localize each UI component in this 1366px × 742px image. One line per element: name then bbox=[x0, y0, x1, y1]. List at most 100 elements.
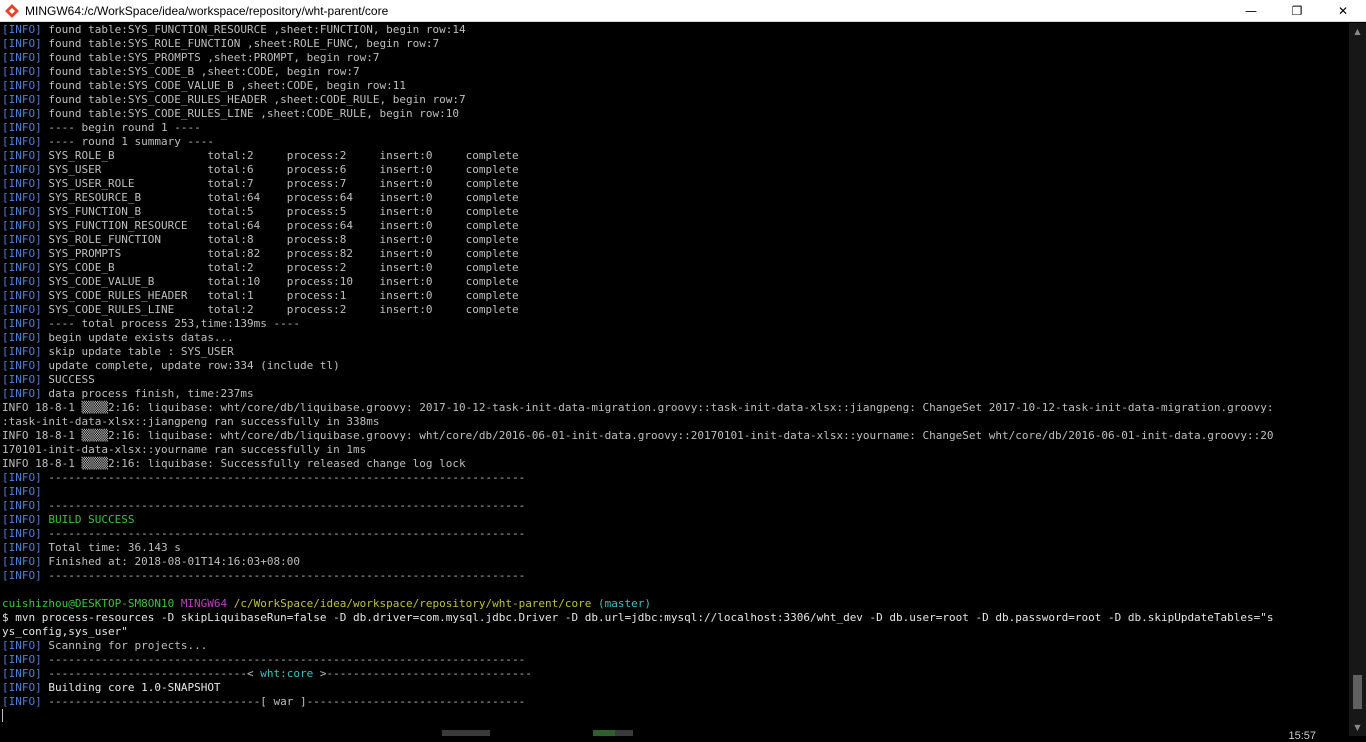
log-text: SYS_ROLE_FUNCTION total:8 process:8 inse… bbox=[41, 233, 519, 246]
log-text: Building core 1.0-SNAPSHOT bbox=[41, 681, 221, 694]
log-line: [INFO] ---------------------------------… bbox=[2, 471, 1348, 485]
log-text: skip update table : SYS_USER bbox=[41, 345, 234, 358]
info-tag: [INFO] bbox=[2, 373, 42, 386]
log-text: ------------------------------< bbox=[41, 667, 261, 680]
info-tag: [INFO] bbox=[2, 653, 42, 666]
log-text: >------------------------------- bbox=[313, 667, 532, 680]
info-tag: [INFO] bbox=[2, 205, 42, 218]
command-text: $ mvn process-resources -D skipLiquibase… bbox=[2, 611, 1274, 624]
info-tag: [INFO] bbox=[2, 121, 42, 134]
maximize-button[interactable]: ❐ bbox=[1274, 0, 1320, 22]
log-text: SYS_FUNCTION_RESOURCE total:64 process:6… bbox=[41, 219, 519, 232]
info-tag: [INFO] bbox=[2, 23, 42, 36]
log-line: [INFO] Finished at: 2018-08-01T14:16:03+… bbox=[2, 555, 1348, 569]
log-text: ----------------------------------------… bbox=[41, 527, 526, 540]
log-line: [INFO] Scanning for projects... bbox=[2, 639, 1348, 653]
info-tag: [INFO] bbox=[2, 359, 42, 372]
terminal-output[interactable]: [INFO] found table:SYS_FUNCTION_RESOURCE… bbox=[2, 23, 1348, 734]
log-text: SYS_USER_ROLE total:7 process:7 insert:0… bbox=[41, 177, 519, 190]
log-text: found table:SYS_CODE_VALUE_B ,sheet:CODE… bbox=[41, 79, 406, 92]
info-tag: [INFO] bbox=[2, 485, 42, 498]
log-line: [INFO] SYS_ROLE_FUNCTION total:8 process… bbox=[2, 233, 1348, 247]
info-tag: [INFO] bbox=[2, 639, 42, 652]
command-line: $ mvn process-resources -D skipLiquibase… bbox=[2, 611, 1348, 625]
log-line: [INFO] found table:SYS_ROLE_FUNCTION ,sh… bbox=[2, 37, 1348, 51]
log-line: [INFO] update complete, update row:334 (… bbox=[2, 359, 1348, 373]
info-tag: [INFO] bbox=[2, 345, 42, 358]
info-tag: [INFO] bbox=[2, 513, 42, 526]
log-text: ---- round 1 summary ---- bbox=[41, 135, 214, 148]
log-text: ----------------------------------------… bbox=[41, 471, 526, 484]
cursor-line bbox=[2, 709, 1348, 723]
info-tag: [INFO] bbox=[2, 541, 42, 554]
info-tag: [INFO] bbox=[2, 317, 42, 330]
log-line: [INFO] ---------------------------------… bbox=[2, 527, 1348, 541]
log-text: INFO 18-8-1 ▒▒▒▒2:16: liquibase: Success… bbox=[2, 457, 466, 470]
log-text: SYS_FUNCTION_B total:5 process:5 insert:… bbox=[41, 205, 519, 218]
log-line: [INFO] SYS_FUNCTION_B total:5 process:5 … bbox=[2, 205, 1348, 219]
log-text: INFO 18-8-1 ▒▒▒▒2:16: liquibase: wht/cor… bbox=[2, 401, 1274, 414]
log-text: SYS_USER total:6 process:6 insert:0 comp… bbox=[41, 163, 519, 176]
info-tag: [INFO] bbox=[2, 51, 42, 64]
log-line: [INFO] SYS_CODE_B total:2 process:2 inse… bbox=[2, 261, 1348, 275]
log-line: [INFO] bbox=[2, 485, 1348, 499]
prompt-line: cuishizhou@DESKTOP-SM8ON10 MINGW64 /c/Wo… bbox=[2, 597, 1348, 611]
clock-text: 15:57 bbox=[1288, 730, 1316, 742]
taskbar-item bbox=[593, 730, 615, 736]
log-line: [INFO] found table:SYS_CODE_RULES_LINE ,… bbox=[2, 107, 1348, 121]
log-line: [INFO] data process finish, time:237ms bbox=[2, 387, 1348, 401]
log-text: ----------------------------------------… bbox=[41, 653, 526, 666]
log-line: [INFO] ---------------------------------… bbox=[2, 499, 1348, 513]
log-text: found table:SYS_CODE_B ,sheet:CODE, begi… bbox=[41, 65, 360, 78]
log-line: [INFO] skip update table : SYS_USER bbox=[2, 345, 1348, 359]
restore-icon: ❐ bbox=[1291, 4, 1303, 18]
log-line: [INFO] ---- round 1 summary ---- bbox=[2, 135, 1348, 149]
log-text: data process finish, time:237ms bbox=[41, 387, 254, 400]
title-bar[interactable]: MINGW64:/c/WorkSpace/idea/workspace/repo… bbox=[0, 0, 1366, 22]
log-text: found table:SYS_FUNCTION_RESOURCE ,sheet… bbox=[41, 23, 466, 36]
log-line: 170101-init-data-xlsx::yourname ran succ… bbox=[2, 443, 1348, 457]
scroll-thumb[interactable] bbox=[1353, 675, 1362, 709]
minimize-button[interactable]: — bbox=[1228, 0, 1274, 22]
log-text: Scanning for projects... bbox=[41, 639, 208, 652]
log-text: --------------------------------[ war ]-… bbox=[41, 695, 526, 708]
log-line: [INFO] SUCCESS bbox=[2, 373, 1348, 387]
info-tag: [INFO] bbox=[2, 149, 42, 162]
info-tag: [INFO] bbox=[2, 219, 42, 232]
log-text: ---- total process 253,time:139ms ---- bbox=[41, 317, 301, 330]
info-tag: [INFO] bbox=[2, 93, 42, 106]
info-tag: [INFO] bbox=[2, 163, 42, 176]
info-tag: [INFO] bbox=[2, 695, 42, 708]
log-text: BUILD SUCCESS bbox=[41, 513, 135, 526]
log-text: Total time: 36.143 s bbox=[41, 541, 181, 554]
prompt-env: MINGW64 bbox=[180, 597, 228, 610]
info-tag: [INFO] bbox=[2, 37, 42, 50]
log-text: found table:SYS_PROMPTS ,sheet:PROMPT, b… bbox=[41, 51, 380, 64]
log-text: found table:SYS_ROLE_FUNCTION ,sheet:ROL… bbox=[41, 37, 440, 50]
info-tag: [INFO] bbox=[2, 261, 42, 274]
log-text: ----------------------------------------… bbox=[41, 569, 526, 582]
log-line: [INFO] found table:SYS_CODE_RULES_HEADER… bbox=[2, 93, 1348, 107]
log-text: SYS_CODE_RULES_LINE total:2 process:2 in… bbox=[41, 303, 519, 316]
log-line: [INFO] ------------------------------< w… bbox=[2, 667, 1348, 681]
info-tag: [INFO] bbox=[2, 387, 42, 400]
vertical-scrollbar[interactable]: ▲ ▼ bbox=[1349, 23, 1366, 736]
info-tag: [INFO] bbox=[2, 303, 42, 316]
log-line: [INFO] SYS_CODE_VALUE_B total:10 process… bbox=[2, 275, 1348, 289]
info-tag: [INFO] bbox=[2, 233, 42, 246]
git-bash-icon bbox=[5, 3, 19, 18]
close-icon: ✕ bbox=[1337, 4, 1349, 18]
log-text: ---- begin round 1 ---- bbox=[41, 121, 201, 134]
info-tag: [INFO] bbox=[2, 289, 42, 302]
log-text: Finished at: 2018-08-01T14:16:03+08:00 bbox=[41, 555, 301, 568]
scroll-up-icon[interactable]: ▲ bbox=[1349, 23, 1366, 40]
text-cursor bbox=[2, 709, 3, 722]
info-tag: [INFO] bbox=[2, 499, 42, 512]
close-button[interactable]: ✕ bbox=[1320, 0, 1366, 22]
log-text: :task-init-data-xlsx::jiangpeng ran succ… bbox=[2, 415, 380, 428]
minimize-icon: — bbox=[1245, 4, 1257, 18]
log-text: ----------------------------------------… bbox=[41, 499, 526, 512]
log-line: [INFO] SYS_PROMPTS total:82 process:82 i… bbox=[2, 247, 1348, 261]
scroll-down-icon[interactable]: ▼ bbox=[1349, 719, 1366, 736]
